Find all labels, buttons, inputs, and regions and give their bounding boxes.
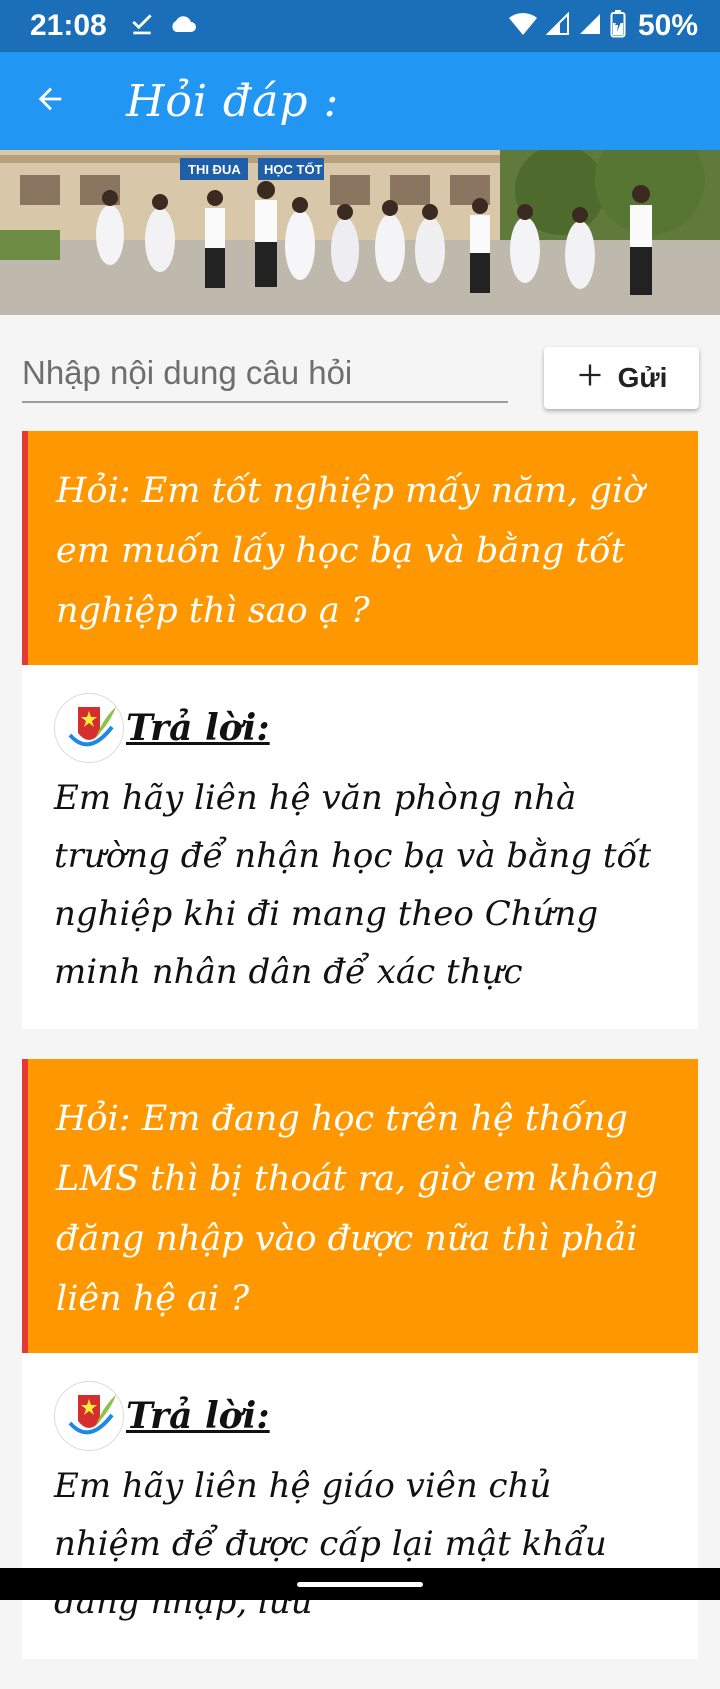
status-bar: 21:08 50% xyxy=(0,0,720,52)
answer-label: Trả lời: xyxy=(126,707,270,749)
answer-text: Em hãy liên hệ giáo viên chủ nhiệm để đư… xyxy=(54,1466,607,1622)
question-box: Hỏi: Em tốt nghiệp mấy năm, giờ em muốn … xyxy=(22,431,698,665)
answer-header: Trả lời: xyxy=(54,693,666,763)
svg-text:THI ĐUA: THI ĐUA xyxy=(188,162,241,177)
question-input[interactable] xyxy=(22,345,508,403)
answer-label: Trả lời: xyxy=(126,1395,270,1437)
status-notification-icons xyxy=(129,11,197,42)
home-gesture-handle[interactable] xyxy=(297,1582,423,1587)
wifi-icon xyxy=(508,12,538,41)
answer-text: Em hãy liên hệ văn phòng nhà trường để n… xyxy=(54,778,651,992)
status-time: 21:08 xyxy=(30,9,107,42)
battery-charging-icon xyxy=(610,9,626,43)
question-box: Hỏi: Em đang học trên hệ thống LMS thì b… xyxy=(22,1059,698,1353)
question-text: Hỏi: Em tốt nghiệp mấy năm, giờ em muốn … xyxy=(56,471,645,631)
app-bar: Hỏi đáp : xyxy=(0,52,720,150)
battery-percentage: 50% xyxy=(637,9,698,42)
plus-icon xyxy=(576,361,604,396)
download-done-icon xyxy=(129,11,155,42)
qa-card: Hỏi: Em tốt nghiệp mấy năm, giờ em muốn … xyxy=(22,431,698,1029)
youth-union-logo xyxy=(54,1381,124,1451)
question-composer: Gửi xyxy=(0,315,720,425)
back-button[interactable] xyxy=(0,52,100,150)
youth-union-logo xyxy=(54,693,124,763)
system-nav-bar xyxy=(0,1568,720,1600)
answer-box: Trả lời: Em hãy liên hệ văn phòng nhà tr… xyxy=(22,665,698,1029)
send-button[interactable]: Gửi xyxy=(544,347,699,409)
signal-icon xyxy=(578,12,602,41)
send-button-label: Gửi xyxy=(617,362,668,393)
answer-header: Trả lời: xyxy=(54,1381,666,1451)
banner-image: THI ĐUA HỌC TỐT xyxy=(0,150,720,315)
signal-icon xyxy=(545,11,570,41)
answer-box: Trả lời: Em hãy liên hệ giáo viên chủ nh… xyxy=(22,1353,698,1659)
svg-text:HỌC TỐT: HỌC TỐT xyxy=(264,162,323,177)
question-text: Hỏi: Em đang học trên hệ thống LMS thì b… xyxy=(56,1099,659,1319)
arrow-left-icon xyxy=(33,82,67,121)
qa-list: Hỏi: Em tốt nghiệp mấy năm, giờ em muốn … xyxy=(22,431,698,1689)
cloud-icon xyxy=(169,13,197,40)
page-title: Hỏi đáp : xyxy=(126,75,340,127)
status-system-icons: 50% xyxy=(508,9,698,43)
